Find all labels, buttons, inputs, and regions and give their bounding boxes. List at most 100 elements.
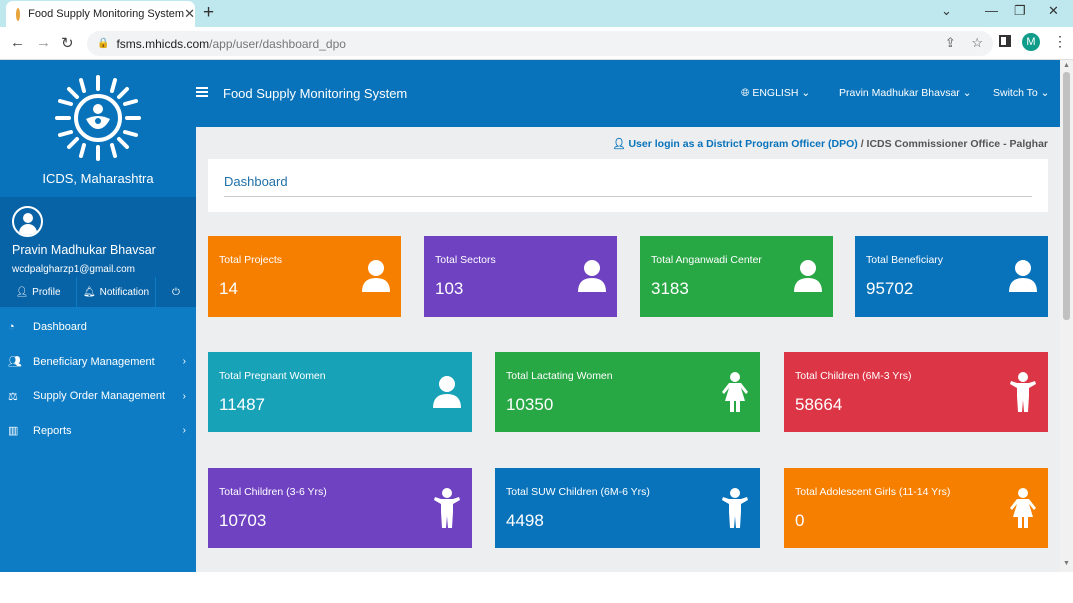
sidebar: ICDS, Maharashtra Pravin Madhukar Bhavsa… (0, 60, 196, 572)
sidebar-logo-area: ICDS, Maharashtra (0, 60, 196, 197)
sidebar-item-dashboard[interactable]: ◔ Dashboard (0, 310, 196, 345)
login-office: / ICDS Commissioner Office - Palghar (857, 138, 1048, 150)
divider (224, 196, 1032, 197)
side-panel-icon[interactable] (999, 35, 1011, 47)
user-dropdown-label: Pravin Madhukar Bhavsar (839, 87, 960, 99)
scrollbar-thumb[interactable] (1063, 72, 1070, 320)
chevron-right-icon: › (182, 425, 186, 437)
stat-value: 3183 (651, 279, 689, 298)
stat-card[interactable]: Total SUW Children (6M-6 Yrs) 4498 (495, 468, 760, 548)
sidebar-item-supply-order-management[interactable]: ⚖ Supply Order Management › (0, 379, 196, 414)
stat-value: 103 (435, 279, 464, 298)
stat-card[interactable]: Total Projects 14 (208, 236, 401, 317)
user-icon (793, 258, 823, 294)
user-name: Pravin Madhukar Bhavsar (12, 243, 156, 257)
browser-toolbar: ← → ↻ 🔒 fsms.mhicds.com/app/user/dashboa… (0, 27, 1073, 60)
stat-label: Total Beneficiary (866, 254, 944, 266)
switch-to-label: Switch To (993, 87, 1038, 99)
page-scrollbar[interactable]: ▲ ▼ (1060, 60, 1073, 572)
bar-chart-icon: ▥ (8, 425, 19, 438)
notification-button[interactable]: 🔔︎ Notification (77, 277, 156, 307)
close-window-icon[interactable]: ✕ (1048, 3, 1059, 19)
sidebar-item-reports[interactable]: ▥ Reports › (0, 414, 196, 449)
login-info: 👤︎ User login as a District Program Offi… (612, 137, 1048, 150)
stat-label: Total SUW Children (6M-6 Yrs) (506, 486, 650, 498)
user-icon (577, 258, 607, 294)
sidebar-item-label: Supply Order Management (33, 390, 166, 403)
user-icon (1008, 258, 1038, 294)
stat-value: 14 (219, 279, 238, 298)
stat-label: Total Projects (219, 254, 283, 266)
back-icon[interactable]: ← (10, 34, 25, 51)
stat-value: 4498 (506, 511, 544, 530)
stat-card[interactable]: Total Lactating Women 10350 (495, 352, 760, 432)
stat-card[interactable]: Total Sectors 103 (424, 236, 617, 317)
stat-label: Total Lactating Women (506, 370, 613, 382)
user-email: wcdpalgharzp1@gmail.com (12, 264, 135, 275)
stat-value: 95702 (866, 279, 914, 298)
child-icon (1008, 372, 1038, 412)
sidebar-item-label: Dashboard (33, 321, 87, 334)
browser-tabstrip: Food Supply Monitoring System ✕ + ⌄ — ❐ … (0, 0, 1073, 27)
bookmark-star-icon[interactable]: ☆ (971, 35, 983, 50)
stat-value: 58664 (795, 395, 843, 414)
child-icon (432, 488, 462, 528)
stat-label: Total Pregnant Women (219, 370, 326, 382)
maximize-icon[interactable]: ❐ (1014, 3, 1026, 19)
organization-name: ICDS, Maharashtra (42, 171, 154, 186)
profile-button[interactable]: 👤︎ Profile (0, 277, 77, 307)
browser-tab[interactable]: Food Supply Monitoring System ✕ (6, 1, 195, 27)
scroll-down-icon[interactable]: ▼ (1063, 560, 1070, 567)
new-tab-button[interactable]: + (203, 2, 214, 24)
stat-value: 0 (795, 511, 805, 530)
chevron-right-icon: › (182, 390, 186, 402)
chevron-right-icon: › (182, 356, 186, 368)
balance-scale-icon: ⚖ (8, 390, 18, 403)
stat-card[interactable]: Total Pregnant Women 11487 (208, 352, 472, 432)
lock-icon[interactable]: 🔒 (97, 38, 109, 49)
switch-to-dropdown[interactable]: Switch To ⌄ (993, 87, 1049, 99)
female-icon (720, 372, 750, 412)
reload-icon[interactable]: ↻ (61, 34, 74, 52)
stat-label: Total Children (3-6 Yrs) (219, 486, 327, 498)
sidebar-item-beneficiary-management[interactable]: 👥︎ Beneficiary Management › (0, 345, 196, 380)
user-icon (432, 374, 462, 410)
logout-button[interactable]: ⏻ (156, 277, 196, 307)
browser-menu-icon[interactable]: ⋮ (1053, 33, 1067, 50)
language-dropdown[interactable]: 🌐︎ ENGLISH ⌄ (741, 87, 810, 100)
forward-icon[interactable]: → (36, 34, 51, 51)
users-icon: 👥︎ (8, 356, 22, 369)
stat-card[interactable]: Total Adolescent Girls (11-14 Yrs) 0 (784, 468, 1048, 548)
stat-value: 10350 (506, 395, 554, 414)
url-host: fsms.mhicds.com (116, 36, 210, 51)
stat-label: Total Anganwadi Center (651, 254, 762, 266)
page-title: Dashboard (224, 174, 288, 189)
stat-card[interactable]: Total Anganwadi Center 3183 (640, 236, 833, 317)
scroll-up-icon[interactable]: ▲ (1063, 62, 1070, 69)
dashboard-icon: ◔ (8, 321, 15, 334)
url-path: /app/user/dashboard_dpo (209, 36, 346, 51)
child-icon (720, 488, 750, 528)
sidebar-menu: ◔ Dashboard 👥︎ Beneficiary Management › … (0, 307, 196, 448)
tab-close-icon[interactable]: ✕ (184, 6, 195, 22)
stat-label: Total Children (6M-3 Yrs) (795, 370, 912, 382)
stat-value: 11487 (219, 395, 266, 414)
share-icon[interactable]: ⇪ (945, 35, 956, 50)
address-bar[interactable]: 🔒 fsms.mhicds.com/app/user/dashboard_dpo… (87, 31, 993, 56)
user-icon: 👤︎ (612, 138, 629, 150)
dashboard-title-card: Dashboard (208, 159, 1048, 212)
stat-card[interactable]: Total Children (6M-3 Yrs) 58664 (784, 352, 1048, 432)
app-title: Food Supply Monitoring System (223, 86, 408, 101)
profile-avatar[interactable]: M (1022, 33, 1040, 51)
minimize-icon[interactable]: — (985, 3, 998, 18)
stat-card[interactable]: Total Children (3-6 Yrs) 10703 (208, 468, 472, 548)
sidebar-item-label: Reports (33, 424, 72, 437)
sidebar-item-label: Beneficiary Management (33, 355, 155, 368)
icds-logo (55, 75, 141, 161)
stat-card[interactable]: Total Beneficiary 95702 (855, 236, 1048, 317)
bell-icon: 🔔︎ (82, 286, 96, 298)
tab-search-chevron-icon[interactable]: ⌄ (941, 3, 952, 19)
user-dropdown[interactable]: Pravin Madhukar Bhavsar ⌄ (839, 87, 972, 99)
user-icon (361, 258, 391, 294)
hamburger-menu-icon[interactable] (196, 87, 208, 97)
